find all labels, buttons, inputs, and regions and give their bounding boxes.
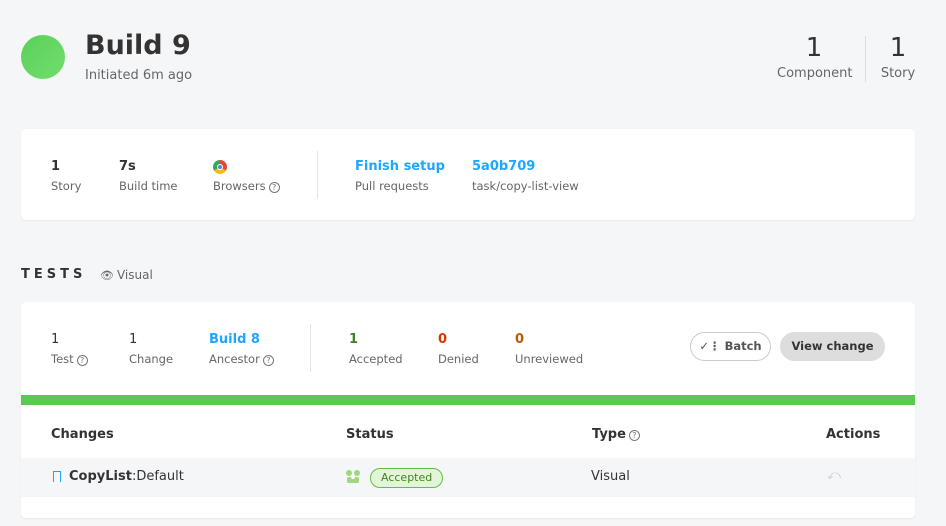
build-initiated-time: Initiated 6m ago — [85, 68, 193, 83]
tests-divider — [310, 324, 311, 372]
type-column-label: Type — [592, 427, 626, 442]
story-count: 1 — [889, 33, 907, 63]
finish-setup-link[interactable]: Finish setup — [355, 159, 445, 175]
tests-test: 1 Test? — [51, 332, 88, 367]
pull-requests-label: Pull requests — [355, 179, 429, 193]
summary-story: 1 Story — [51, 159, 81, 194]
denied-count: 0 — [438, 332, 448, 347]
component-count: 1 — [805, 33, 823, 63]
visual-tag: 👁 Visual — [100, 268, 153, 282]
help-icon[interactable]: ? — [262, 355, 274, 366]
denied-label: Denied — [438, 352, 479, 366]
component-label: Component — [777, 66, 853, 81]
summary-browsers[interactable]: Browsers? — [213, 159, 280, 194]
status-badge: Accepted — [370, 468, 444, 488]
summary-story-value: 1 — [51, 159, 61, 174]
summary-divider — [317, 151, 318, 199]
accepted-label: Accepted — [349, 352, 403, 366]
tests-change: 1 Change — [129, 332, 173, 367]
component-count-stat[interactable]: 1 Component — [777, 30, 853, 82]
tests-accepted: 1 Accepted — [349, 332, 403, 367]
test-count: 1 — [51, 332, 60, 347]
summary-story-label: Story — [51, 179, 82, 193]
build-status-indicator — [21, 35, 65, 79]
test-label: Test — [51, 352, 74, 366]
snapshot-thumbnail-icon — [346, 470, 360, 483]
bookmark-icon — [53, 471, 61, 482]
build-time-value: 7s — [119, 159, 136, 174]
ancestor-build-link[interactable]: Build 8 — [209, 332, 274, 348]
batch-button[interactable]: ✓⋮ Batch — [690, 332, 771, 361]
story-count-stat[interactable]: 1 Story — [879, 30, 917, 82]
help-icon[interactable]: ? — [76, 355, 88, 366]
type-column-header: Type? — [592, 427, 640, 442]
change-name-cell[interactable]: CopyList:Default — [53, 469, 184, 484]
story-name: Default — [136, 469, 184, 484]
commit-hash-link[interactable]: 5a0b709 — [472, 159, 579, 175]
tests-unreviewed: 0 Unreviewed — [515, 332, 583, 367]
story-label: Story — [880, 66, 916, 81]
browsers-label: Browsers — [213, 179, 266, 193]
tests-denied: 0 Denied — [438, 332, 479, 367]
changes-column-header: Changes — [51, 427, 114, 442]
status-column-header: Status — [346, 427, 394, 442]
stat-divider — [865, 36, 866, 82]
visual-tag-label: Visual — [116, 268, 153, 282]
tests-progress-fill — [21, 395, 915, 405]
view-change-button[interactable]: View change — [780, 332, 885, 361]
undo-icon[interactable]: ⤺ — [827, 468, 841, 483]
unreviewed-count: 0 — [515, 332, 525, 347]
component-name: CopyList — [69, 469, 132, 484]
batch-check-icon: ✓⋮ — [699, 339, 721, 353]
summary-commit[interactable]: 5a0b709 task/copy-list-view — [472, 159, 579, 194]
build-summary-card: 1 Story 7s Build time Browsers? Finish s… — [21, 129, 915, 220]
tests-progress-bar — [21, 395, 915, 405]
summary-pull-requests[interactable]: Finish setup Pull requests — [355, 159, 445, 194]
build-time-label: Build time — [119, 179, 178, 193]
tests-heading: TESTS — [21, 267, 87, 282]
change-label: Change — [129, 352, 174, 366]
help-icon[interactable]: ? — [268, 182, 280, 193]
change-count: 1 — [129, 332, 138, 347]
table-row[interactable]: CopyList:Default Accepted Visual ⤺ — [21, 458, 915, 497]
actions-column-header: Actions — [826, 427, 881, 442]
batch-button-label: Batch — [724, 339, 762, 353]
eye-icon: 👁 — [100, 269, 114, 282]
branch-name: task/copy-list-view — [472, 179, 579, 193]
ancestor-label: Ancestor — [209, 352, 260, 366]
build-title: Build 9 — [85, 30, 191, 61]
chrome-icon — [213, 160, 227, 174]
tests-ancestor[interactable]: Build 8 Ancestor? — [209, 332, 274, 367]
summary-build-time: 7s Build time — [119, 159, 178, 194]
unreviewed-label: Unreviewed — [515, 352, 584, 366]
type-cell: Visual — [591, 469, 630, 484]
tests-card: 1 Test? 1 Change Build 8 Ancestor? 1 Acc… — [21, 302, 915, 518]
help-icon[interactable]: ? — [628, 430, 640, 441]
accepted-count: 1 — [349, 332, 359, 347]
